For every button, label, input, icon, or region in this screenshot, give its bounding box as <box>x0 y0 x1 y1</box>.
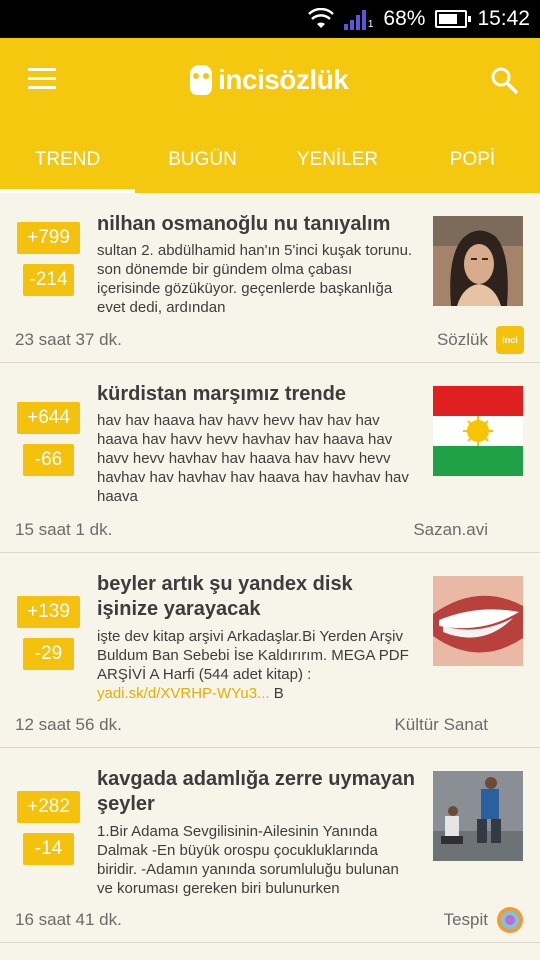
post-excerpt: hav hav haava hav havv hevv hav hav hav … <box>97 412 409 505</box>
menu-icon[interactable] <box>28 68 56 90</box>
app-logo: incisözlük <box>190 62 349 98</box>
post-excerpt: 1.Bir Adama Sevgilisinin-Ailesinin Yanın… <box>97 823 399 897</box>
post-link[interactable]: yadi.sk/d/XVRHP-WYu3... <box>97 685 270 702</box>
clock: 15:42 <box>477 7 530 30</box>
post-excerpt: sultan 2. abdülhamid han'ın 5'inci kuşak… <box>97 242 413 316</box>
excerpt-text: işte dev kitap arşivi Arkadaşlar.Bi Yerd… <box>97 628 409 683</box>
upvote-button[interactable]: +282 <box>17 791 80 823</box>
tab-bar: TREND BUGÜN YENİLER POPİ <box>0 140 540 193</box>
downvote-button[interactable]: -66 <box>23 444 74 476</box>
post-channel[interactable]: Kültür Sanat <box>394 715 488 735</box>
upvote-button[interactable]: +644 <box>17 402 80 434</box>
tab-popi[interactable]: POPİ <box>405 140 540 193</box>
post-card[interactable]: +282 -14 kavgada adamlığa zerre uymayan … <box>0 748 540 943</box>
post-title[interactable]: kavgada adamlığa zerre uymayan şeyler <box>97 767 417 817</box>
post-channel[interactable]: Sazan.avi <box>413 520 488 540</box>
battery-percent: 68% <box>383 7 426 30</box>
downvote-button[interactable]: -14 <box>23 833 74 865</box>
wifi-icon <box>307 8 334 28</box>
post-card[interactable] <box>0 943 540 960</box>
post-card[interactable]: +644 -66 kürdistan marşımız trende hav h… <box>0 363 540 553</box>
battery-icon <box>435 10 472 28</box>
tespit-channel-icon[interactable] <box>496 906 524 934</box>
post-excerpt: işte dev kitap arşivi Arkadaşlar.Bi Yerd… <box>97 627 417 703</box>
post-time: 16 saat 41 dk. <box>15 910 122 929</box>
post-thumbnail[interactable] <box>433 576 523 666</box>
post-title[interactable]: beyler artık şu yandex disk işinize yara… <box>97 572 417 622</box>
post-title[interactable]: nilhan osmanoğlu nu tanıyalım <box>97 212 417 237</box>
post-thumbnail[interactable] <box>433 386 523 476</box>
status-bar: 1 68% 15:42 <box>0 0 540 38</box>
signal-icon: 1 <box>343 8 373 30</box>
post-time: 23 saat 37 dk. <box>15 330 122 349</box>
tab-trend[interactable]: TREND <box>0 140 135 193</box>
post-channel[interactable]: Tespit <box>444 910 488 930</box>
excerpt-tail: B <box>269 685 284 702</box>
post-title[interactable]: kürdistan marşımız trende <box>97 382 417 407</box>
downvote-button[interactable]: -29 <box>23 638 74 670</box>
post-card[interactable]: +799 -214 nilhan osmanoğlu nu tanıyalım … <box>0 193 540 363</box>
post-card[interactable]: +139 -29 beyler artık şu yandex disk işi… <box>0 553 540 748</box>
upvote-button[interactable]: +139 <box>17 596 80 628</box>
tab-yeniler[interactable]: YENİLER <box>270 140 405 193</box>
app-name: incisözlük <box>218 64 349 95</box>
app-bar: incisözlük TREND BUGÜN YENİLER POPİ <box>0 38 540 193</box>
downvote-button[interactable]: -214 <box>23 264 74 296</box>
post-channel[interactable]: Sözlük <box>437 330 488 350</box>
inci-channel-icon[interactable]: inci <box>496 326 524 354</box>
search-icon[interactable] <box>490 66 518 94</box>
post-thumbnail[interactable] <box>433 216 523 306</box>
owl-logo-icon <box>190 65 212 95</box>
upvote-button[interactable]: +799 <box>17 222 80 254</box>
post-time: 12 saat 56 dk. <box>15 715 122 734</box>
post-time: 15 saat 1 dk. <box>15 520 113 539</box>
post-thumbnail[interactable] <box>433 771 523 861</box>
tab-bugun[interactable]: BUGÜN <box>135 140 270 193</box>
